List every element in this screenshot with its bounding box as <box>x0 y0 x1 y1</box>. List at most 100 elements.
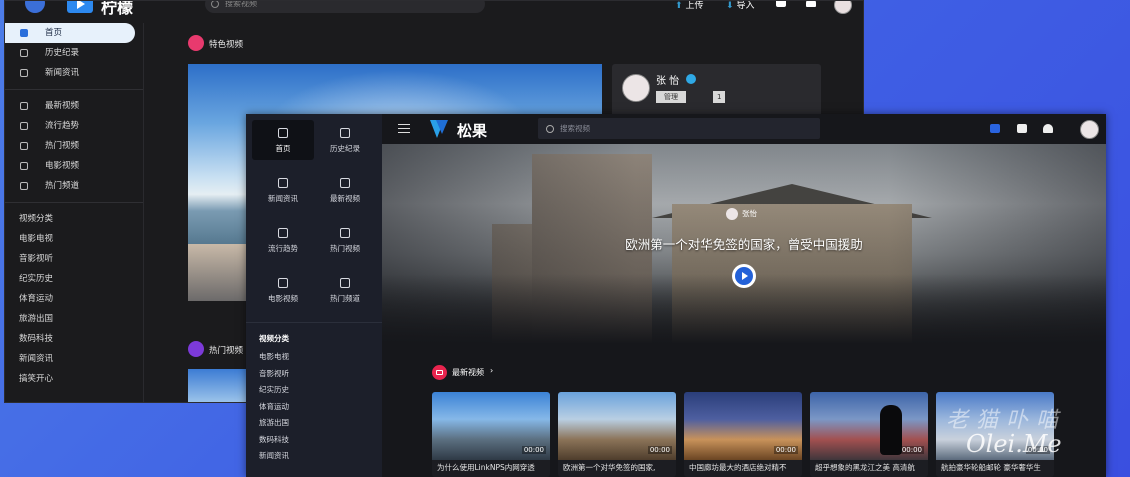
latest-videos-title[interactable]: 最新视频 <box>452 367 484 378</box>
user-avatar[interactable] <box>834 1 852 14</box>
video-title[interactable]: 航拍豪华轮船邮轮 豪华奢华生 <box>941 462 1050 473</box>
categories-title: 视频分类 <box>259 334 289 343</box>
upload-box-icon[interactable] <box>1017 124 1027 133</box>
film-icon <box>20 162 28 170</box>
video-title[interactable]: 超乎想象的黑龙江之美 高清航 <box>815 462 924 473</box>
cat-logo-icon <box>880 405 902 455</box>
user-avatar[interactable] <box>1080 120 1099 139</box>
trend-icon <box>20 122 28 130</box>
hero-city <box>188 244 248 301</box>
app-logo-icon[interactable] <box>25 1 45 13</box>
film-icon <box>278 278 288 288</box>
grid-nav-item[interactable]: 热门频道 <box>314 270 376 310</box>
chevron-right-icon[interactable]: › <box>490 366 493 375</box>
category-link[interactable]: 电影电视 <box>5 229 143 249</box>
category-link[interactable]: 旅游出国 <box>5 309 143 329</box>
front-topbar: 松果 搜索视频 <box>382 114 1106 144</box>
menu-icon[interactable] <box>398 124 410 133</box>
sidebar-item-label: 新闻资讯 <box>45 68 80 78</box>
sidebar-item-label: 热门频道 <box>45 181 80 191</box>
hero-title[interactable]: 欧洲第一个对华免签的国家，曾受中国援助 <box>382 234 1106 253</box>
category-link[interactable]: 旅游出国 <box>259 417 289 428</box>
grid-nav-item[interactable]: 流行趋势 <box>252 220 314 260</box>
featured-title: 特色视频 <box>209 40 244 50</box>
video-title[interactable]: 中国廊坊最大的酒店绝对精不 <box>689 462 798 473</box>
grid-nav-item[interactable]: 最新视频 <box>314 170 376 210</box>
grid-nav-item[interactable]: 热门视频 <box>314 220 376 260</box>
grid-nav-label: 电影视频 <box>268 294 298 303</box>
category-link[interactable]: 新闻资讯 <box>259 450 289 461</box>
chart-icon <box>188 341 204 357</box>
home-icon <box>20 29 28 37</box>
category-link[interactable]: 搞笑开心 <box>5 369 143 389</box>
grid-nav-label: 流行趋势 <box>268 244 298 253</box>
category-link[interactable]: 视频分类 <box>5 209 143 229</box>
category-link[interactable]: 纪实历史 <box>259 384 289 395</box>
hero-avatar <box>726 208 738 220</box>
category-link[interactable]: 音影视听 <box>259 368 289 379</box>
back-search-input[interactable]: 搜索视频 <box>205 1 485 13</box>
sidebar-item[interactable]: 电影视频 <box>5 156 143 176</box>
video-title[interactable]: 欧洲第一个对华免签的国家, <box>563 462 672 473</box>
hero-banner[interactable]: 张怡 欧洲第一个对华免签的国家，曾受中国援助 <box>382 144 1106 344</box>
hot-title: 热门视频 <box>209 346 244 356</box>
video-duration: 00:00 <box>899 446 924 454</box>
grid-nav-label: 热门频道 <box>330 294 360 303</box>
sidebar-item-label: 电影视频 <box>45 161 80 171</box>
category-link[interactable]: 数码科技 <box>5 329 143 349</box>
bell-icon[interactable] <box>806 1 816 7</box>
sidebar-item-label: 首页 <box>45 28 63 38</box>
verified-icon <box>686 74 696 84</box>
play-button[interactable] <box>732 264 756 288</box>
message-icon[interactable] <box>776 1 786 7</box>
hero-uploader[interactable]: 张怡 <box>726 208 757 220</box>
video-icon <box>340 178 350 188</box>
grid-nav-label: 新闻资讯 <box>268 194 298 203</box>
video-duration: 00:00 <box>773 446 798 454</box>
play-logo-icon <box>67 1 93 13</box>
search-icon <box>211 1 219 8</box>
news-icon <box>20 69 28 77</box>
front-search-input[interactable]: 搜索视频 <box>538 118 820 139</box>
back-sidebar: 首页历史纪录新闻资讯 最新视频 流行趋势热门视频电影视频热门频道 视频分类 电影电视… <box>5 23 144 402</box>
grid-nav-item[interactable]: 首页 <box>252 120 314 160</box>
grid-nav-label: 最新视频 <box>330 194 360 203</box>
category-link[interactable]: 体育运动 <box>259 401 289 412</box>
brand-logo-icon[interactable] <box>430 120 448 138</box>
camera-icon[interactable] <box>990 124 1000 133</box>
category-link[interactable]: 电影电视 <box>259 351 289 362</box>
category-link[interactable]: 音影视听 <box>5 249 143 269</box>
sidebar-item[interactable]: 热门频道 <box>5 176 143 196</box>
sidebar-item[interactable]: 历史纪录 <box>5 43 143 63</box>
sidebar-item[interactable]: 流行趋势 <box>5 116 143 136</box>
fire-icon <box>278 228 288 238</box>
sidebar-item[interactable]: 新闻资讯 <box>5 63 143 83</box>
grid-nav-label: 热门视频 <box>330 244 360 253</box>
upload-button[interactable]: ⬆ 上传 <box>675 1 704 11</box>
award-icon <box>188 35 204 51</box>
category-link[interactable]: 纪实历史 <box>5 269 143 289</box>
sidebar-item[interactable]: 首页 <box>5 23 135 43</box>
profile-card: 张 怡 管理 1 <box>612 64 821 118</box>
video-card[interactable]: 00:00 超乎想象的黑龙江之美 高清航 <box>810 392 928 477</box>
grid-nav-item[interactable]: 新闻资讯 <box>252 170 314 210</box>
category-link[interactable]: 新闻资讯 <box>5 349 143 369</box>
video-title[interactable]: 为什么使用LinkNPS内网穿透 <box>437 462 546 473</box>
video-card[interactable]: 00:00 为什么使用LinkNPS内网穿透 <box>432 392 550 477</box>
upload-icon: ⬆ <box>675 1 683 11</box>
star-icon <box>20 182 28 190</box>
grid-nav-item[interactable]: 电影视频 <box>252 270 314 310</box>
news-icon <box>278 178 288 188</box>
category-link[interactable]: 数码科技 <box>259 434 289 445</box>
category-link[interactable]: 体育运动 <box>5 289 143 309</box>
grid-nav-item[interactable]: 历史纪录 <box>314 120 376 160</box>
sidebar-item[interactable]: 最新视频 <box>5 96 143 116</box>
profile-name: 张 怡 <box>656 76 680 87</box>
sidebar-item[interactable]: 热门视频 <box>5 136 143 156</box>
import-button[interactable]: ⬇ 导入 <box>726 1 755 11</box>
video-card[interactable]: 00:00 欧洲第一个对华免签的国家, <box>558 392 676 477</box>
video-card[interactable]: 00:00 中国廊坊最大的酒店绝对精不 <box>684 392 802 477</box>
profile-avatar[interactable] <box>622 74 650 102</box>
sidebar-item-label: 热门视频 <box>45 141 80 151</box>
bell-icon[interactable] <box>1043 124 1053 133</box>
